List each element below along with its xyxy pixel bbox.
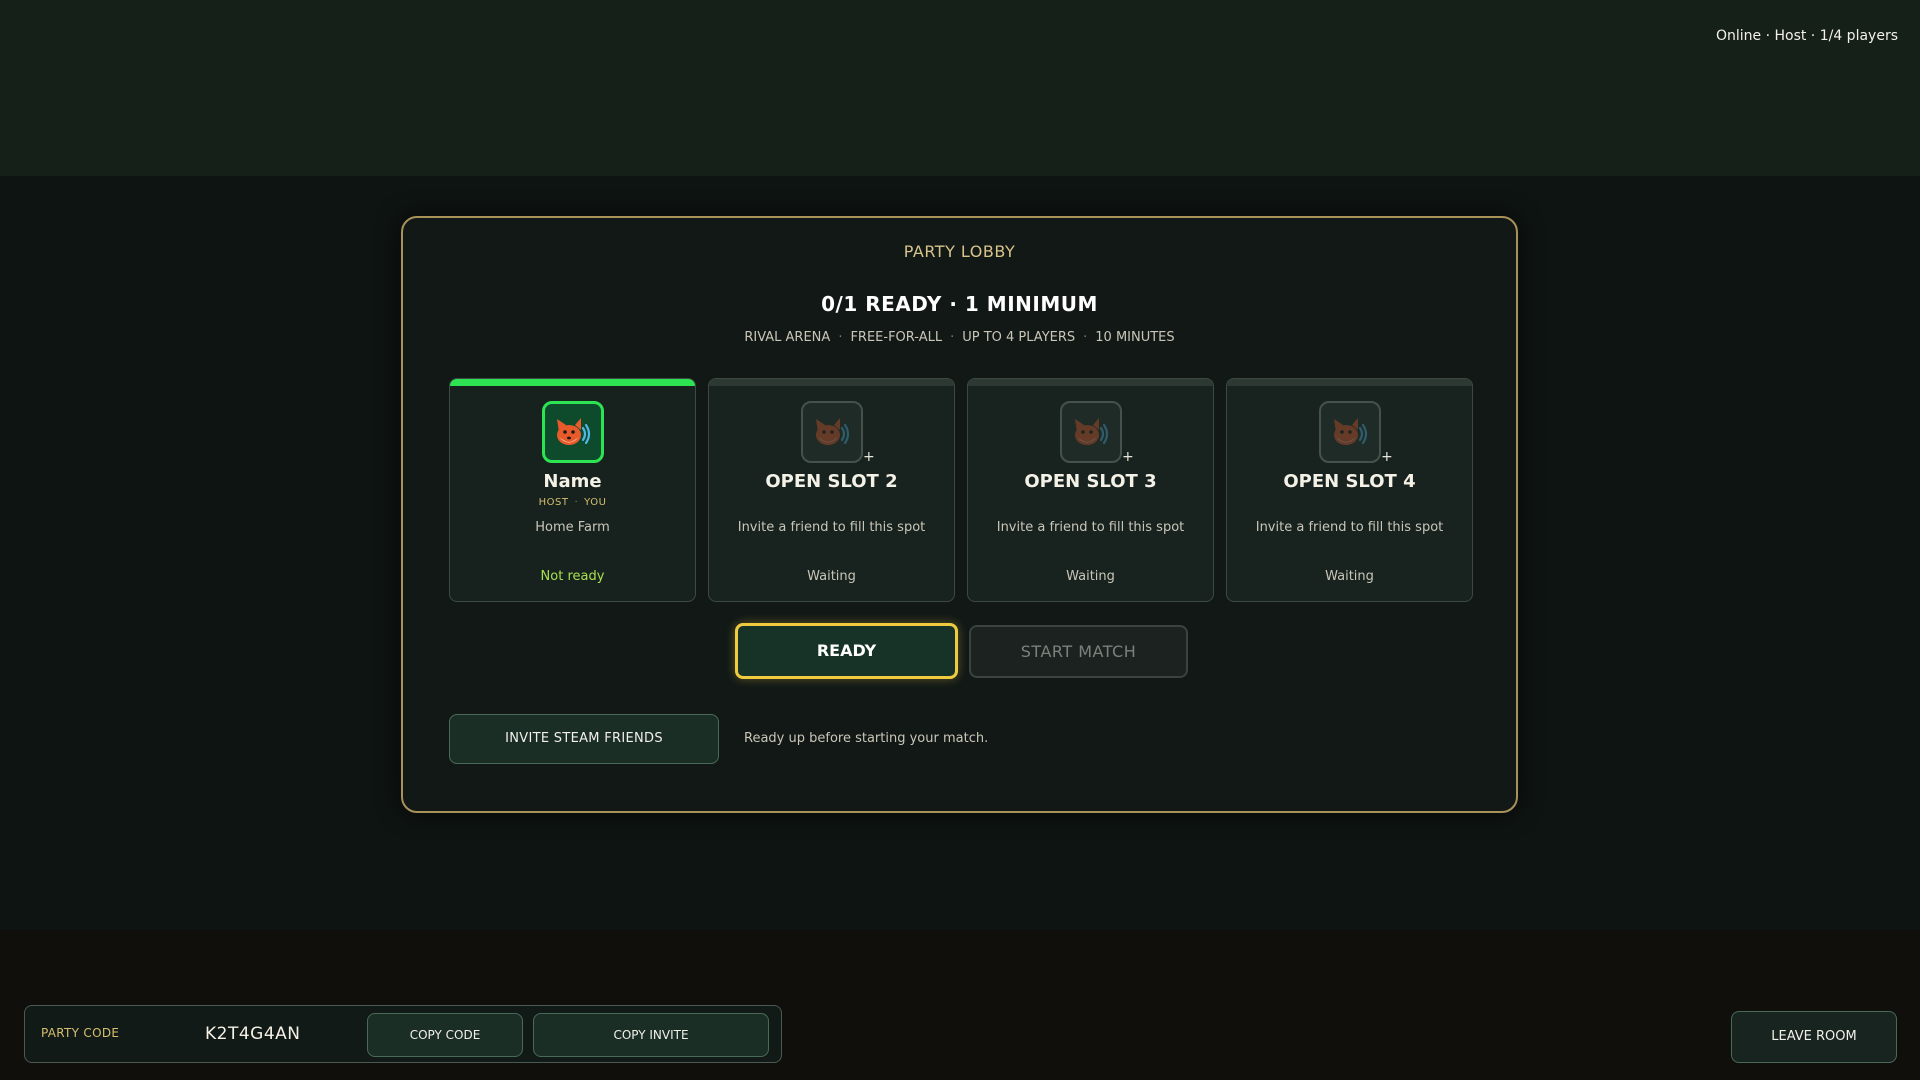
ready-indicator-bar — [968, 379, 1213, 386]
plus-icon: + — [863, 449, 875, 465]
fox-avatar-icon — [816, 418, 850, 445]
mode-players: UP TO 4 PLAYERS — [962, 330, 1076, 345]
slot-status: Waiting — [1325, 569, 1374, 584]
copy-invite-button[interactable]: COPY INVITE — [533, 1013, 769, 1057]
fox-avatar-icon — [1334, 418, 1368, 445]
slot-title: OPEN SLOT 3 — [1024, 471, 1157, 492]
invite-steam-friends-button[interactable]: INVITE STEAM FRIENDS — [449, 714, 719, 764]
ready-indicator-bar — [450, 379, 695, 386]
slot-hint: Invite a friend to fill this spot — [737, 520, 926, 535]
top-band — [0, 0, 1920, 176]
match-settings: RIVAL ARENA · FREE-FOR-ALL · UP TO 4 PLAYERS… — [403, 330, 1516, 345]
separator-dot: · — [574, 497, 579, 508]
separator-dot: · — [1083, 330, 1088, 345]
empty-avatar: + — [1319, 401, 1393, 465]
slot-title: OPEN SLOT 2 — [765, 471, 898, 492]
player-slots: Name HOST · YOU Home Farm Not ready + OP… — [449, 378, 1474, 602]
leave-room-button[interactable]: LEAVE ROOM — [1731, 1011, 1897, 1063]
party-code-label: PARTY CODE — [41, 1026, 120, 1040]
party-lobby-panel: PARTY LOBBY 0/1 READY · 1 MINIMUM RIVAL … — [401, 216, 1518, 813]
player-farm: Home Farm — [535, 520, 610, 535]
party-code-box: PARTY CODE K2T4G4AN COPY CODE COPY INVIT… — [24, 1005, 782, 1063]
party-code-value: K2T4G4AN — [205, 1024, 301, 1044]
slot-status: Waiting — [1066, 569, 1115, 584]
empty-avatar: + — [801, 401, 875, 465]
separator-dot: · — [950, 330, 955, 345]
player-name: Name — [543, 471, 602, 492]
mode-arena: RIVAL ARENA — [744, 330, 831, 345]
player-avatar — [542, 401, 604, 463]
ready-indicator-bar — [709, 379, 954, 386]
mode-duration: 10 MINUTES — [1095, 330, 1175, 345]
open-slot-3[interactable]: + OPEN SLOT 3 Invite a friend to fill th… — [967, 378, 1214, 602]
role-you: YOU — [584, 497, 607, 508]
ready-indicator-bar — [1227, 379, 1472, 386]
copy-code-button[interactable]: COPY CODE — [367, 1013, 523, 1057]
fox-avatar-icon — [1075, 418, 1109, 445]
role-host: HOST — [538, 497, 569, 508]
ready-button[interactable]: READY — [735, 623, 958, 679]
ready-count: 0/1 READY · 1 MINIMUM — [821, 292, 1098, 316]
mode-type: FREE-FOR-ALL — [850, 330, 943, 345]
ready-hint: Ready up before starting your match. — [744, 731, 989, 746]
fox-avatar-icon — [557, 418, 591, 445]
slot-title: OPEN SLOT 4 — [1283, 471, 1416, 492]
empty-avatar: + — [1060, 401, 1134, 465]
separator-dot: · — [838, 330, 843, 345]
plus-icon: + — [1381, 449, 1393, 465]
open-slot-2[interactable]: + OPEN SLOT 2 Invite a friend to fill th… — [708, 378, 955, 602]
slot-status: Waiting — [807, 569, 856, 584]
slot-hint: Invite a friend to fill this spot — [996, 520, 1185, 535]
slot-hint: Invite a friend to fill this spot — [1255, 520, 1444, 535]
player-slot-1[interactable]: Name HOST · YOU Home Farm Not ready — [449, 378, 696, 602]
open-slot-4[interactable]: + OPEN SLOT 4 Invite a friend to fill th… — [1226, 378, 1473, 602]
panel-title: PARTY LOBBY — [903, 242, 1016, 261]
connection-status: Online · Host · 1/4 players — [1715, 28, 1898, 44]
plus-icon: + — [1122, 449, 1134, 465]
player-ready-status: Not ready — [540, 569, 605, 584]
player-role: HOST · YOU — [450, 497, 695, 508]
start-match-button[interactable]: START MATCH — [969, 625, 1188, 678]
